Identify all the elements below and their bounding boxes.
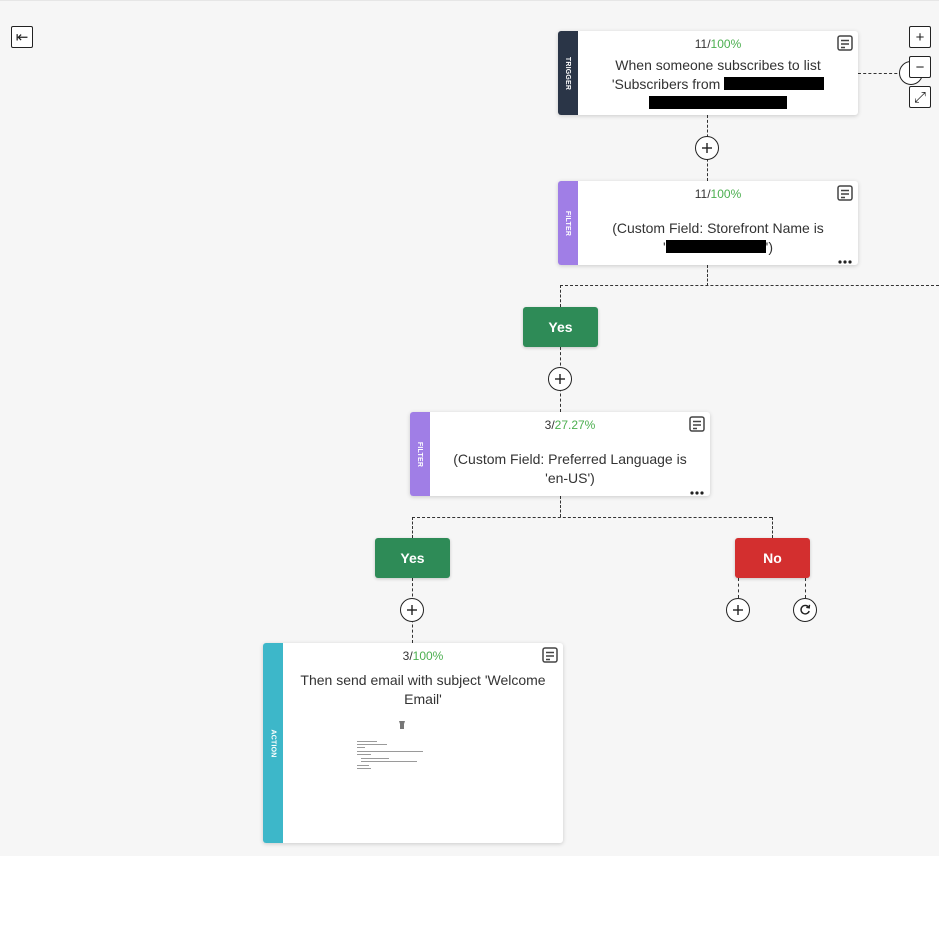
filter-stat: 11/100% bbox=[694, 187, 742, 201]
filter-text: (Custom Field: Preferred Language is 'en… bbox=[453, 451, 687, 486]
plus-icon bbox=[702, 143, 712, 153]
refresh-icon bbox=[800, 604, 811, 615]
filter-stripe: FILTER bbox=[558, 181, 578, 265]
plus-icon bbox=[555, 374, 565, 384]
zoom-in-button[interactable]: + bbox=[909, 26, 931, 48]
connector-to-no2 bbox=[772, 517, 773, 538]
filter-stripe: FILTER bbox=[410, 412, 430, 496]
fit-to-screen-button[interactable]: ⤢ bbox=[909, 86, 931, 108]
no-branch-button[interactable]: No bbox=[735, 538, 810, 578]
trigger-stat: 11/100% bbox=[694, 37, 742, 51]
note-icon[interactable] bbox=[688, 415, 706, 433]
action-node-send-email[interactable]: ACTION 3/100% Then send email with subje… bbox=[263, 643, 563, 843]
add-step-button[interactable] bbox=[726, 598, 750, 622]
connector-filter1-down bbox=[707, 265, 708, 286]
zoom-out-button[interactable]: − bbox=[909, 56, 931, 78]
action-stripe: ACTION bbox=[263, 643, 283, 843]
add-step-button[interactable] bbox=[400, 598, 424, 622]
more-options-icon[interactable] bbox=[838, 253, 852, 264]
connector-filter2-down bbox=[560, 496, 561, 517]
collapse-panel-button[interactable]: ⇤ bbox=[11, 26, 33, 48]
connector-no2-right bbox=[805, 578, 806, 598]
filter-text: (Custom Field: Storefront Name is ' ') bbox=[612, 220, 824, 255]
filter-stat: 3/27.27% bbox=[544, 418, 596, 432]
logo-icon bbox=[399, 721, 405, 729]
redacted-block bbox=[649, 96, 787, 109]
note-icon[interactable] bbox=[836, 184, 854, 202]
note-icon[interactable] bbox=[836, 34, 854, 52]
trigger-stripe: TRIGGER bbox=[558, 31, 578, 115]
zoom-out-icon: − bbox=[915, 58, 925, 76]
redacted-block bbox=[724, 77, 825, 90]
trigger-node[interactable]: TRIGGER 11/100% When someone subscribes … bbox=[558, 31, 858, 115]
action-stat: 3/100% bbox=[402, 649, 444, 663]
filter-node-storefront[interactable]: FILTER 11/100% (Custom Field: Storefront… bbox=[558, 181, 858, 265]
action-text: Then send email with subject 'Welcome Em… bbox=[300, 672, 546, 707]
plus-icon bbox=[407, 605, 417, 615]
add-step-button[interactable] bbox=[548, 367, 572, 391]
connector-filter1-split bbox=[560, 285, 939, 286]
connector-to-yes1 bbox=[560, 285, 561, 307]
loop-back-button[interactable] bbox=[793, 598, 817, 622]
connector-to-yes2 bbox=[412, 517, 413, 538]
plus-icon bbox=[733, 605, 743, 615]
email-preview-thumbnail[interactable] bbox=[357, 717, 447, 771]
yes-branch-button[interactable]: Yes bbox=[375, 538, 450, 578]
filter-node-language[interactable]: FILTER 3/27.27% (Custom Field: Preferred… bbox=[410, 412, 710, 496]
redacted-block bbox=[665, 240, 766, 253]
expand-icon: ⤢ bbox=[913, 88, 926, 106]
connector-filter2-split bbox=[412, 517, 772, 518]
zoom-in-icon: + bbox=[915, 28, 925, 46]
flow-canvas[interactable]: ⇤ + − ⤢ TRIGGER 11/100% When someone sub… bbox=[0, 0, 939, 856]
note-icon[interactable] bbox=[541, 646, 559, 664]
connector-no2-left bbox=[738, 578, 739, 598]
more-options-icon[interactable] bbox=[690, 484, 704, 495]
yes-branch-button[interactable]: Yes bbox=[523, 307, 598, 347]
collapse-icon: ⇤ bbox=[15, 28, 29, 46]
trigger-text: When someone subscribes to list 'Subscri… bbox=[578, 56, 858, 113]
add-step-button[interactable] bbox=[695, 136, 719, 160]
